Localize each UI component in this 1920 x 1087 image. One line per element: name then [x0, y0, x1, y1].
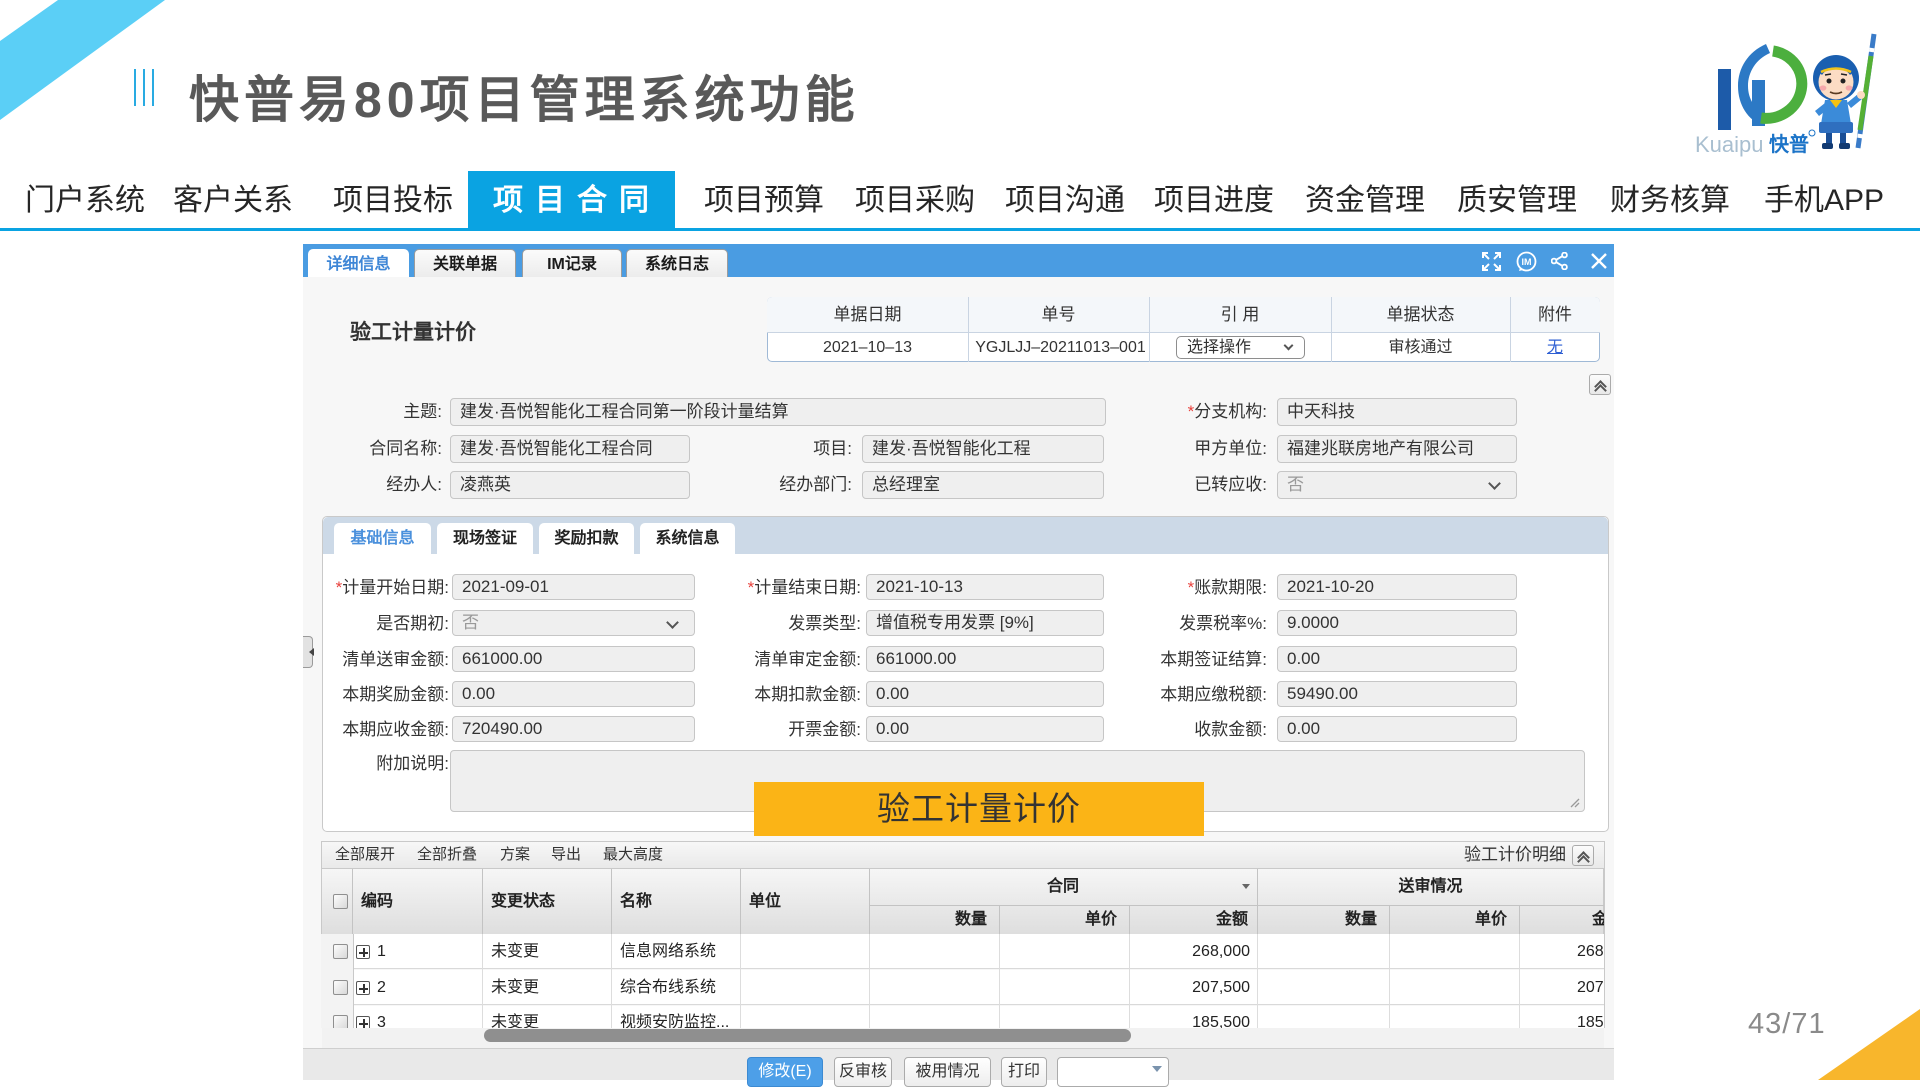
svg-text:Kuaipu: Kuaipu	[1695, 132, 1764, 157]
svg-text:IM: IM	[1522, 257, 1532, 267]
svg-text:快普: 快普	[1769, 132, 1809, 156]
